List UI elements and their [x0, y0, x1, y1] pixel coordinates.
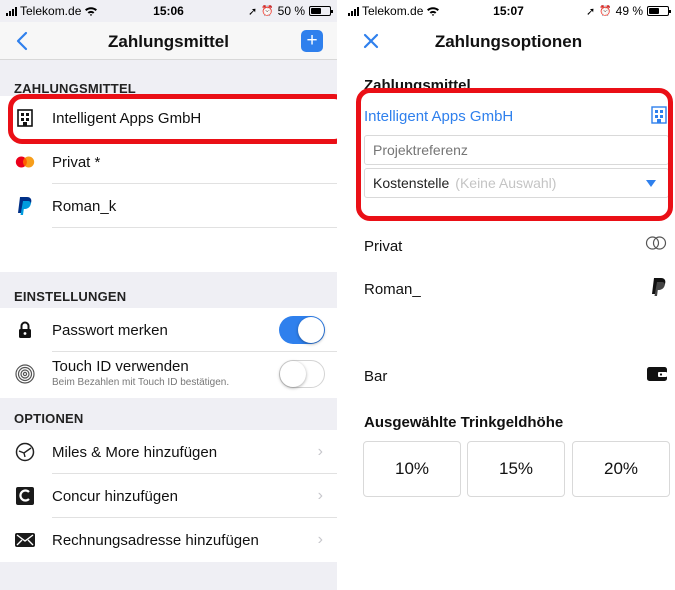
project-reference-input[interactable]	[364, 135, 669, 165]
tip-option-10[interactable]: 10%	[363, 441, 461, 497]
setting-label: Passwort merken	[52, 321, 168, 339]
dropdown-arrow-icon	[646, 180, 656, 187]
tip-heading: Ausgewählte Trinkgeldhöhe	[364, 414, 564, 431]
touch-id-toggle[interactable]	[279, 360, 325, 388]
paypal-icon	[651, 277, 667, 301]
method-label: Privat	[364, 237, 403, 255]
alarm-icon: ⏰	[599, 5, 612, 17]
wallet-icon	[647, 366, 667, 386]
payment-item-label: Roman_k	[52, 197, 117, 215]
setting-sublabel: Beim Bezahlen mit Touch ID bestätigen.	[52, 376, 230, 388]
building-icon	[651, 106, 667, 128]
option-label: Concur hinzufügen	[52, 487, 178, 505]
nav-bar: Zahlungsoptionen	[342, 22, 675, 60]
payment-item-label: Intelligent Apps GmbH	[52, 109, 202, 127]
settings-list: Passwort merken Touch ID verwenden Beim …	[0, 308, 337, 398]
location-icon: ➚	[585, 5, 596, 18]
payment-list: Intelligent Apps GmbH Privat * Roman_k	[0, 96, 337, 272]
cost-center-hint: (Keine Auswahl)	[455, 175, 557, 191]
tip-option-15[interactable]: 15%	[467, 441, 565, 497]
page-title: Zahlungsmittel	[108, 32, 229, 51]
payment-method-private[interactable]: Privat	[364, 234, 667, 258]
remember-password-toggle[interactable]	[279, 316, 325, 344]
mastercard-icon	[645, 236, 667, 254]
payment-item-paypal[interactable]: Roman_k	[0, 184, 337, 228]
chevron-right-icon: ›	[317, 443, 323, 460]
concur-icon	[14, 485, 36, 507]
option-concur[interactable]: Concur hinzufügen ›	[0, 474, 337, 518]
lufthansa-icon	[14, 441, 36, 463]
divider	[52, 227, 337, 228]
payment-method-cash[interactable]: Bar	[364, 364, 667, 388]
setting-remember-password: Passwort merken	[0, 308, 337, 352]
setting-touch-id: Touch ID verwenden Beim Bezahlen mit Tou…	[0, 352, 337, 396]
payment-item-company[interactable]: Intelligent Apps GmbH	[0, 96, 337, 140]
payment-method-paypal[interactable]: Roman_	[364, 277, 667, 301]
battery-label: 50 %	[277, 4, 305, 18]
status-bar: Telekom.de 15:07 ➚ ⏰ 49 %	[342, 0, 675, 22]
options-list: Miles & More hinzufügen › Concur hinzufü…	[0, 430, 337, 562]
setting-label: Touch ID verwenden	[52, 357, 189, 375]
section-header-settings: EINSTELLUNGEN	[14, 289, 127, 304]
payment-heading: Zahlungsmittel	[364, 77, 471, 94]
left-screen: Telekom.de 15:06 ➚ ⏰ 50 % Zahlungsmittel…	[0, 0, 337, 590]
paypal-icon	[14, 195, 36, 217]
method-label: Bar	[364, 367, 388, 385]
fingerprint-icon	[14, 363, 36, 385]
building-icon	[14, 107, 36, 129]
cost-center-select[interactable]: Kostenstelle (Keine Auswahl)	[364, 168, 669, 198]
option-billing-address[interactable]: Rechnungsadresse hinzufügen ›	[0, 518, 337, 562]
nav-bar: Zahlungsmittel +	[0, 22, 337, 60]
page-title: Zahlungsoptionen	[434, 32, 583, 51]
add-payment-button[interactable]: +	[301, 30, 323, 52]
option-miles-more[interactable]: Miles & More hinzufügen ›	[0, 430, 337, 474]
battery-icon	[647, 6, 671, 16]
battery-label: 49 %	[615, 4, 643, 18]
tip-option-20[interactable]: 20%	[572, 441, 670, 497]
company-payment-row[interactable]: Intelligent Apps GmbH	[364, 104, 667, 128]
option-label: Miles & More hinzufügen	[52, 443, 218, 461]
cost-center-label: Kostenstelle	[373, 175, 450, 191]
status-bar: Telekom.de 15:06 ➚ ⏰ 50 %	[0, 0, 337, 22]
payment-item-label: Privat *	[52, 153, 101, 171]
alarm-icon: ⏰	[261, 5, 274, 17]
mastercard-icon	[14, 151, 36, 173]
option-label: Rechnungsadresse hinzufügen	[52, 531, 259, 549]
lock-icon	[14, 319, 36, 341]
chevron-right-icon: ›	[317, 487, 323, 504]
method-label: Roman_	[364, 280, 421, 298]
payment-item-private[interactable]: Privat *	[0, 140, 337, 184]
company-label: Intelligent Apps GmbH	[364, 107, 514, 125]
right-screen: Telekom.de 15:07 ➚ ⏰ 49 % Zahlungsoption…	[342, 0, 675, 590]
location-icon: ➚	[247, 5, 258, 18]
section-header-options: OPTIONEN	[14, 411, 84, 426]
envelope-icon	[14, 529, 36, 551]
battery-icon	[309, 6, 333, 16]
chevron-right-icon: ›	[317, 531, 323, 548]
